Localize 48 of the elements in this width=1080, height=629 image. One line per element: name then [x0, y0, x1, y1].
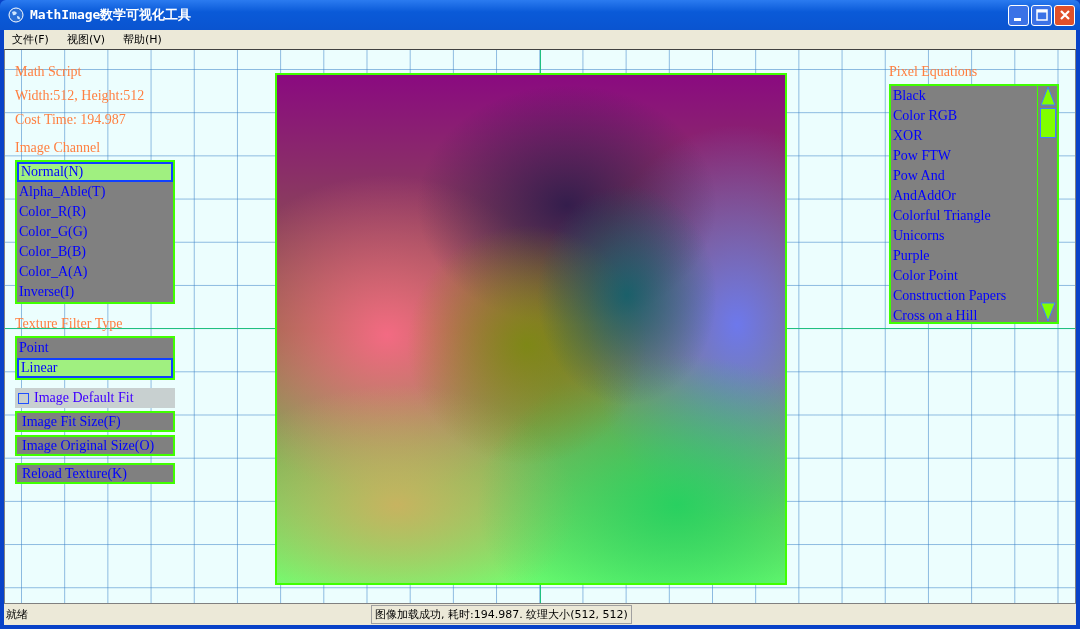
list-item[interactable]: Black	[891, 86, 1037, 106]
globe-icon	[8, 7, 24, 23]
menu-item[interactable]: 视图(V)	[64, 32, 108, 47]
action-button[interactable]: Image Fit Size(F)	[15, 411, 175, 432]
minimize-button[interactable]	[1008, 4, 1029, 26]
menu-item[interactable]: 文件(F)	[10, 32, 51, 47]
list-item[interactable]: Colorful Triangle	[891, 206, 1037, 226]
list-item[interactable]: Construction Papers	[891, 286, 1037, 306]
close-button[interactable]	[1054, 4, 1075, 26]
image-size-text: Width:512, Height:512	[15, 87, 145, 105]
cost-time-text: Cost Time: 194.987	[15, 111, 126, 129]
action-button[interactable]: Image Original Size(O)	[15, 435, 175, 456]
minimize-icon	[1013, 17, 1021, 21]
list-item[interactable]: Color_A(A)	[17, 262, 173, 282]
default-fit-checkbox[interactable]: Image Default Fit	[15, 388, 175, 408]
scrollbar[interactable]	[1037, 86, 1057, 322]
list-item[interactable]: Inverse(I)	[17, 282, 173, 302]
script-heading: Math Script	[15, 63, 82, 81]
menu-item[interactable]: 帮助(H)	[121, 32, 164, 47]
scroll-down-icon[interactable]	[1039, 302, 1056, 322]
list-item[interactable]: Alpha_Able(T)	[17, 182, 173, 202]
list-item[interactable]: Normal(N)	[17, 162, 173, 182]
close-icon	[1058, 9, 1071, 21]
status-text: 图像加载成功, 耗时:194.987. 纹理大小(512, 512)	[371, 605, 632, 624]
list-item[interactable]: Color_B(B)	[17, 242, 173, 262]
list-item[interactable]: Color_G(G)	[17, 222, 173, 242]
maximize-icon	[1035, 9, 1048, 21]
list-item[interactable]: Unicorns	[891, 226, 1037, 246]
list-item[interactable]: Purple	[891, 246, 1037, 266]
list-item[interactable]: Pow FTW	[891, 146, 1037, 166]
section-label: Texture Filter Type	[15, 315, 123, 333]
list-item[interactable]: Cross on a Hill	[891, 306, 1037, 326]
list-item[interactable]: Color_R(R)	[17, 202, 173, 222]
status-text: 就绪	[5, 607, 29, 622]
action-button[interactable]: Reload Texture(K)	[15, 463, 175, 484]
list-item[interactable]: Linear	[17, 358, 173, 378]
window-title: MathImage数学可视化工具	[30, 6, 193, 24]
list-item[interactable]: XOR	[891, 126, 1037, 146]
list-item[interactable]: Pow And	[891, 166, 1037, 186]
list-item[interactable]: Color RGB	[891, 106, 1037, 126]
section-label: Image Channel	[15, 139, 101, 157]
maximize-button[interactable]	[1031, 4, 1052, 26]
section-label: Pixel Equations	[889, 63, 979, 81]
scroll-thumb[interactable]	[1039, 108, 1056, 138]
scroll-up-icon[interactable]	[1039, 86, 1056, 106]
list-item[interactable]: Color Point	[891, 266, 1037, 286]
list-item[interactable]: Point	[17, 338, 173, 358]
list-item[interactable]: AndAddOr	[891, 186, 1037, 206]
